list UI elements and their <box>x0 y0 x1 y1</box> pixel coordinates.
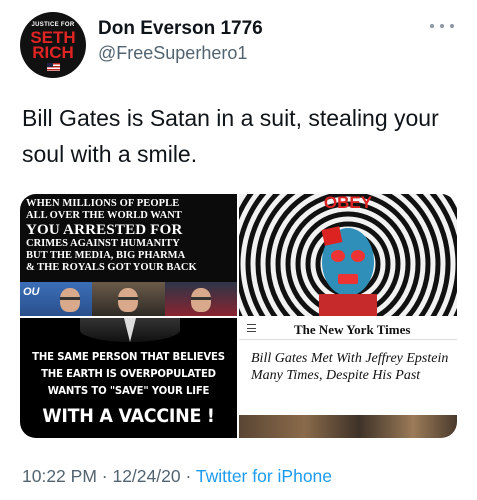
tweet-header: JUSTICE FOR SETH RICH Don Everson 1776 @… <box>20 8 460 78</box>
vaccine-meme-line: THE SAME PERSON THAT BELIEVES <box>32 350 225 363</box>
photo-thumbnail <box>92 282 165 316</box>
tweet-date[interactable]: 12/24/20 <box>112 466 180 486</box>
meta-separator: · <box>180 466 196 486</box>
photo-strip: OU <box>20 282 237 316</box>
glasses-shape <box>118 297 139 300</box>
glasses-shape <box>60 297 80 300</box>
avatar-line-2: RICH <box>32 43 74 62</box>
meme-line: ALL OVER THE WORLD WANT <box>26 210 182 221</box>
user-handle[interactable]: @FreeSuperhero1 <box>98 43 247 64</box>
tweet-meta: 10:22 PM · 12/24/20 · Twitter for iPhone <box>22 466 332 487</box>
vaccine-meme-line: WANTS TO "SAVE" YOUR LIFE <box>47 384 210 397</box>
display-name[interactable]: Don Everson 1776 <box>98 18 263 40</box>
tweet-source-link[interactable]: Twitter for iPhone <box>196 466 332 486</box>
meme-line: YOU ARRESTED FOR <box>26 222 183 238</box>
face-photo <box>60 288 80 312</box>
us-flag-icon <box>47 63 60 71</box>
face-photo <box>190 288 211 312</box>
nyt-headline: Bill Gates Met With Jeffrey Epstein Many… <box>251 351 449 383</box>
media-image-vaccine-meme[interactable]: THE SAME PERSON THAT BELIEVES THE EARTH … <box>20 318 237 438</box>
suit-photo <box>80 318 180 342</box>
meme-line: & THE ROYALS GOT YOUR BACK <box>26 262 197 273</box>
spiral-illustration: OBEY <box>239 194 457 316</box>
brand-logo: OU <box>23 286 40 298</box>
media-grid: WHEN MILLIONS OF PEOPLE ALL OVER THE WOR… <box>20 194 457 438</box>
meme-line: WHEN MILLIONS OF PEOPLE <box>26 198 180 209</box>
face-photo <box>118 288 139 312</box>
photo-thumbnail: OU <box>20 282 93 316</box>
nyt-header-bar: The New York Times <box>239 318 457 340</box>
tweet-time[interactable]: 10:22 PM <box>22 466 97 486</box>
vaccine-meme-line: THE EARTH IS OVERPOPULATED <box>41 367 216 380</box>
media-image-obey-spiral[interactable]: OBEY <box>239 194 457 316</box>
more-horizontal-icon[interactable] <box>430 22 454 30</box>
tweet-text: Bill Gates is Satan in a suit, stealing … <box>22 105 439 167</box>
meta-separator: · <box>96 466 113 486</box>
meme-caption: WHEN MILLIONS OF PEOPLE ALL OVER THE WOR… <box>26 198 236 274</box>
media-image-arrested-meme[interactable]: WHEN MILLIONS OF PEOPLE ALL OVER THE WOR… <box>20 194 237 316</box>
meme-line: BUT THE MEDIA, BIG PHARMA <box>26 250 186 261</box>
media-image-nyt-article[interactable]: The New York Times Bill Gates Met With J… <box>239 318 457 438</box>
meme-line: CRIMES AGAINST HUMANITY <box>26 238 180 249</box>
photo-thumbnail <box>164 282 237 316</box>
glasses-shape <box>190 297 211 300</box>
nyt-article-photo <box>239 415 457 438</box>
nyt-logo: The New York Times <box>294 322 411 337</box>
vaccine-meme-line: WITH A VACCINE ! <box>42 405 215 427</box>
obey-title: OBEY <box>324 194 373 212</box>
hamburger-menu-icon <box>247 324 256 332</box>
avatar[interactable]: JUSTICE FOR SETH RICH <box>20 12 86 78</box>
